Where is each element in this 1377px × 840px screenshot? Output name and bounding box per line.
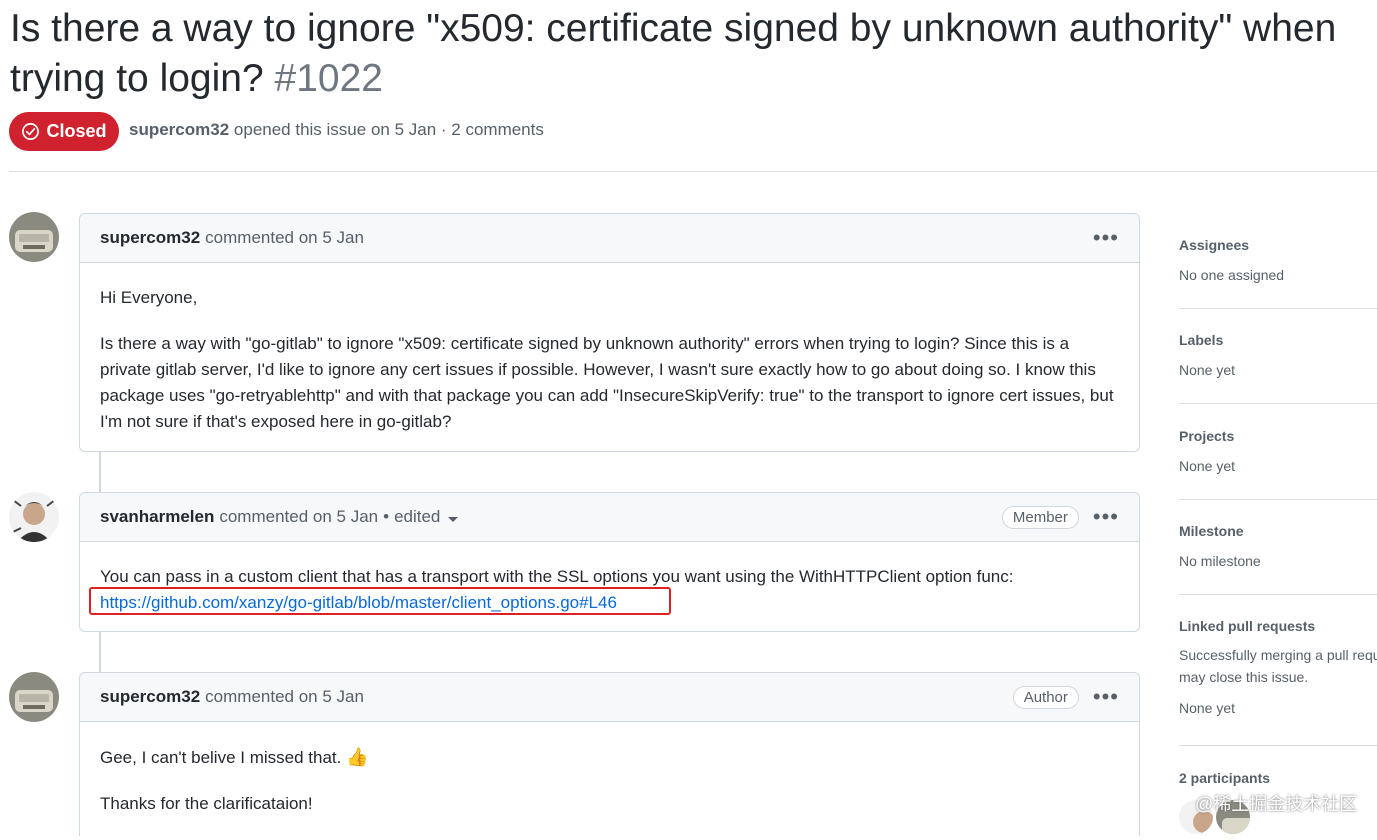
sidebar-heading: Milestone (1179, 523, 1244, 539)
issue-author-link[interactable]: supercom32 (129, 120, 229, 139)
client-options-link[interactable]: https://github.com/xanzy/go-gitlab/blob/… (100, 593, 617, 612)
comment-header: supercom32 commented on 5 Jan ••• (80, 214, 1139, 263)
sidebar-value: No milestone (1179, 553, 1261, 569)
comment-timestamp[interactable]: commented on 5 Jan (219, 507, 378, 527)
sidebar-value: None yet (1179, 362, 1236, 378)
sidebar-projects[interactable]: Projects None yet (1179, 428, 1377, 500)
edited-label: edited (394, 507, 441, 526)
header-divider (9, 171, 1377, 172)
author-badge: Author (1012, 685, 1079, 709)
sidebar-milestone[interactable]: Milestone No milestone (1179, 523, 1377, 595)
thumbs-up-icon: 👍 (346, 747, 369, 767)
comment-author-link[interactable]: svanharmelen (100, 507, 214, 527)
sidebar-value: None yet (1179, 700, 1236, 716)
avatar-svanharmelen[interactable] (9, 492, 59, 542)
sidebar-heading: 2 participants (1179, 770, 1271, 786)
sidebar-heading: Assignees (1179, 237, 1250, 253)
sidebar-assignees[interactable]: Assignees No one assigned (1179, 237, 1377, 309)
member-badge: Member (1001, 505, 1079, 529)
comment-paragraph: Hi Everyone, (100, 288, 198, 307)
comment-line: Thanks for the clarificataion! (100, 794, 313, 813)
comment-3: supercom32 commented on 5 Jan Author •••… (79, 672, 1140, 836)
issue-state-badge: Closed (9, 112, 119, 151)
comment-author-link[interactable]: supercom32 (100, 687, 200, 707)
timeline-connector (99, 452, 101, 492)
comment-line: Gee, I can't belive I missed that. (100, 748, 342, 767)
sidebar-labels[interactable]: Labels None yet (1179, 332, 1377, 404)
comment-body: Gee, I can't belive I missed that. 👍 Tha… (80, 722, 1139, 837)
issue-meta: supercom32 opened this issue on 5 Jan · … (129, 120, 544, 140)
sidebar-value: None yet (1179, 458, 1236, 474)
comment-author-link[interactable]: supercom32 (100, 228, 200, 248)
avatar-supercom32[interactable] (9, 672, 59, 722)
comment-text: You can pass in a custom client that has… (100, 567, 1014, 586)
issue-title-line-1: Is there a way to ignore "x509: certific… (10, 7, 1337, 50)
sidebar-heading: Linked pull requests (1179, 618, 1316, 634)
comment-body: Hi Everyone, Is there a way with "go-git… (80, 263, 1139, 455)
comment-timestamp[interactable]: commented on 5 Jan (205, 687, 364, 707)
closed-issue-icon (22, 123, 40, 140)
avatar-supercom32[interactable] (9, 212, 59, 262)
comment-1: supercom32 commented on 5 Jan ••• Hi Eve… (79, 213, 1140, 452)
sidebar-heading: Projects (1179, 428, 1235, 444)
kebab-menu-icon[interactable]: ••• (1093, 227, 1119, 249)
sidebar-value: No one assigned (1179, 267, 1285, 283)
comment-timestamp[interactable]: commented on 5 Jan (205, 228, 364, 248)
kebab-menu-icon[interactable]: ••• (1093, 686, 1119, 708)
issue-meta-text: opened this issue on 5 Jan · 2 comments (233, 120, 544, 139)
issue-title: Is there a way to ignore "x509: certific… (10, 4, 1377, 104)
watermark: @稀土掘金技术社区 (1195, 794, 1358, 814)
separator-dot: • (383, 507, 390, 526)
kebab-menu-icon[interactable]: ••• (1093, 506, 1119, 528)
issue-state-label: Closed (46, 121, 107, 141)
issue-number: #1022 (274, 57, 383, 100)
comment-header: svanharmelen commented on 5 Jan • edited… (80, 493, 1139, 542)
sidebar-linked-prs[interactable]: Linked pull requests Successfully mergin… (1179, 618, 1377, 746)
comment-paragraph: Is there a way with "go-gitlab" to ignor… (100, 334, 1114, 431)
timeline-connector (99, 632, 101, 672)
edited-dropdown[interactable]: edited (394, 507, 459, 527)
comment-header: supercom32 commented on 5 Jan Author ••• (80, 673, 1139, 722)
chevron-down-icon (448, 517, 459, 522)
sidebar-value: Successfully merging a pull request may … (1179, 647, 1377, 685)
comment-2: svanharmelen commented on 5 Jan • edited… (79, 492, 1140, 632)
comment-body: You can pass in a custom client that has… (80, 542, 1139, 636)
issue-title-line-2: trying to login? (10, 57, 264, 100)
sidebar-heading: Labels (1179, 332, 1224, 348)
